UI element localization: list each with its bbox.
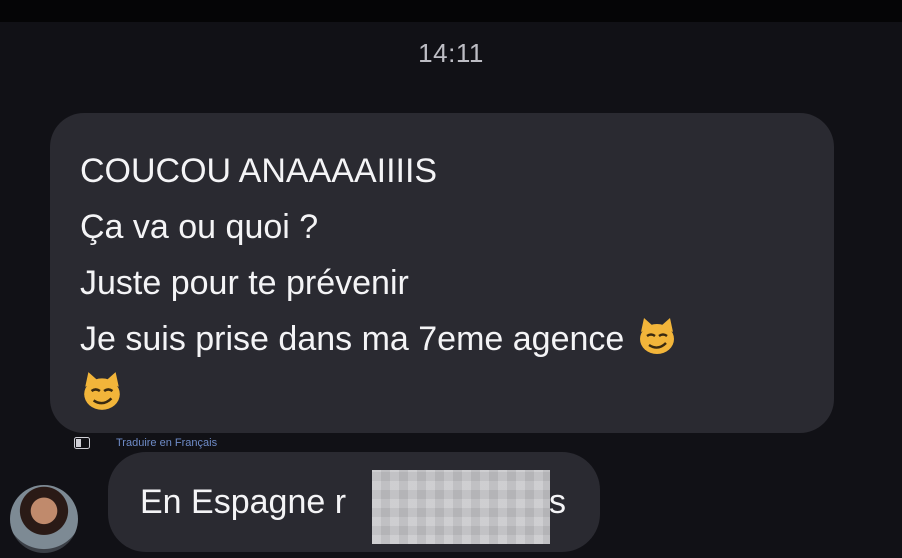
second-message-text: En Espagne r [140,483,347,521]
translate-icon [74,437,90,449]
smirking-cat-icon [640,318,675,354]
status-bar-strip [0,0,902,22]
chat-screen: 14:11 COUCOU ANAAAAIIIIS Ça va ou quoi ?… [0,0,902,558]
message-timestamp: 14:11 [418,38,484,68]
message-line-4-text: Je suis prise dans ma 7eme agence [80,320,625,358]
message-line-4: Je suis prise dans ma 7eme agence [80,311,804,367]
redacted-text-blur [372,470,550,544]
second-message-text-end: s [549,483,566,521]
sender-avatar[interactable] [10,485,78,553]
smirking-cat-icon-2 [84,372,120,410]
message-line-1: COUCOU ANAAAAIIIIS [80,152,438,190]
incoming-message-bubble[interactable]: COUCOU ANAAAAIIIIS Ça va ou quoi ? Juste… [50,113,834,433]
translate-label: Traduire en Français [116,437,218,449]
translate-link[interactable]: Traduire en Français [74,434,217,452]
message-line-2: Ça va ou quoi ? [80,208,319,246]
message-line-3: Juste pour te prévenir [80,264,409,302]
